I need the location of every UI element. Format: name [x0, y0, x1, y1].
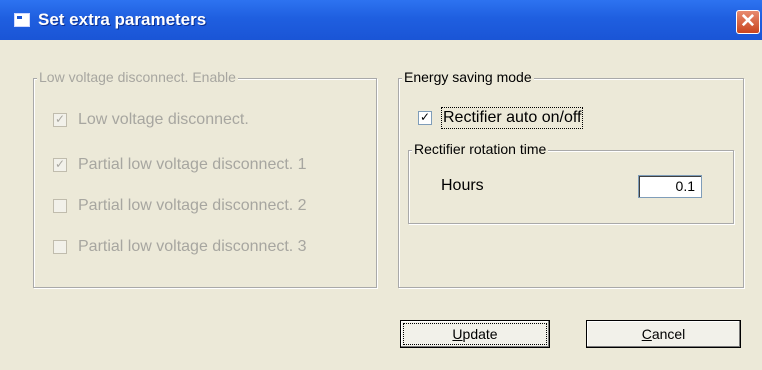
plvd1-checkbox-box[interactable]: ✓ [53, 158, 67, 172]
cancel-button[interactable]: Cancel [586, 320, 741, 348]
title-bar[interactable]: Set extra parameters ✕ [0, 0, 762, 40]
lvd-checkbox-box[interactable]: ✓ [53, 113, 67, 127]
window-app-icon [14, 13, 30, 27]
rectifier-auto-checkbox-label: Rectifier auto on/off [440, 107, 584, 129]
lvd-group-legend: Low voltage disconnect. Enable [37, 69, 238, 85]
rotation-group-legend: Rectifier rotation time [412, 141, 549, 157]
close-icon: ✕ [740, 11, 756, 32]
lvd-checkbox-label: Low voltage disconnect. [78, 111, 249, 128]
rectifier-auto-checkbox-box[interactable]: ✓ [418, 111, 432, 125]
plvd1-checkbox-label: Partial low voltage disconnect. 1 [78, 156, 307, 173]
cancel-mnemonic: C [641, 326, 652, 342]
update-button[interactable]: Update [400, 320, 550, 348]
check-icon: ✓ [419, 110, 431, 124]
lvd-enable-group: Low voltage disconnect. Enable [33, 69, 377, 288]
plvd3-checkbox-box[interactable] [53, 240, 67, 254]
plvd3-checkbox-label: Partial low voltage disconnect. 3 [78, 238, 307, 255]
cancel-label-rest: ancel [651, 326, 686, 342]
check-icon: ✓ [54, 157, 66, 171]
plvd2-checkbox-label: Partial low voltage disconnect. 2 [78, 197, 307, 214]
hours-label: Hours [441, 177, 484, 194]
window-title: Set extra parameters [38, 10, 207, 29]
close-button[interactable]: ✕ [736, 10, 760, 34]
hours-input[interactable]: 0.1 [638, 175, 702, 198]
check-icon: ✓ [54, 112, 66, 126]
update-button-focus [403, 323, 547, 345]
plvd2-checkbox-box[interactable] [53, 199, 67, 213]
dialog-window: Set extra parameters ✕ Low voltage disco… [0, 0, 762, 370]
energy-group-legend: Energy saving mode [402, 69, 534, 85]
